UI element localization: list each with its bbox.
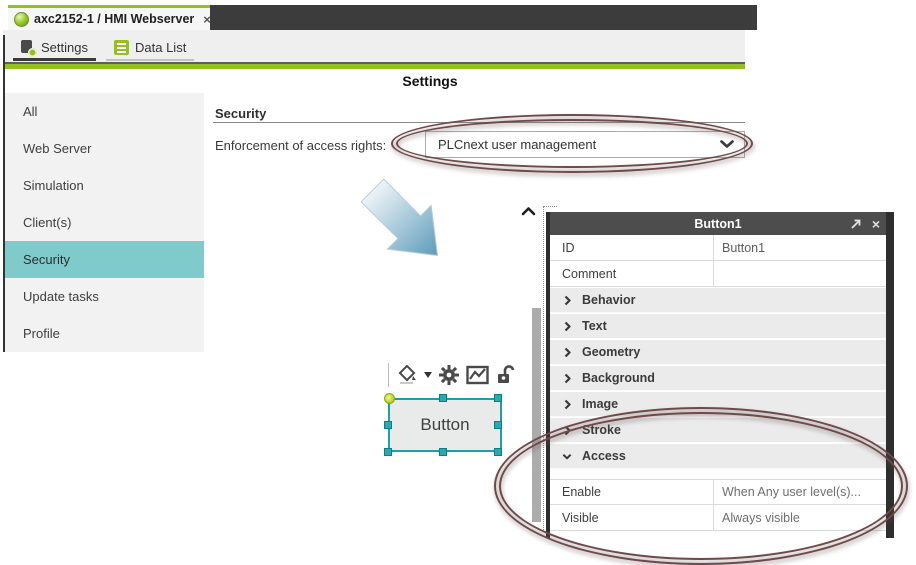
sidebar-item-security[interactable]: Security — [5, 241, 204, 278]
chevron-down-icon — [720, 140, 734, 149]
group-label: Background — [582, 371, 655, 385]
security-section-title: Security — [215, 106, 266, 121]
chevron-right-icon — [562, 425, 572, 436]
group-label: Behavior — [582, 293, 636, 307]
chevron-right-icon — [562, 347, 572, 358]
dropdown-caret-icon[interactable] — [424, 372, 432, 378]
tab-data-list[interactable]: Data List — [106, 36, 194, 61]
panel-scrollbar[interactable] — [886, 212, 894, 538]
sidebar-item-profile[interactable]: Profile — [5, 315, 204, 352]
group-background[interactable]: Background — [550, 365, 886, 391]
property-label: Enable — [550, 480, 713, 504]
property-row-enable: Enable When Any user level(s)... — [550, 479, 886, 505]
tab-settings[interactable]: Settings — [13, 36, 96, 61]
property-value[interactable] — [713, 261, 886, 286]
panel-dotted-border-top — [543, 206, 557, 207]
enforcement-dropdown-value: PLCnext user management — [438, 137, 720, 152]
enforcement-label: Enforcement of access rights: — [215, 138, 386, 153]
enforcement-dropdown[interactable]: PLCnext user management — [425, 131, 745, 158]
group-stroke[interactable]: Stroke — [550, 417, 886, 443]
undock-panel-icon[interactable] — [850, 218, 862, 230]
selection-handle-bottom-left[interactable] — [384, 448, 392, 456]
settings-sidebar: All Web Server Simulation Client(s) Secu… — [5, 93, 204, 352]
splitter-scrollbar-thumb[interactable] — [532, 308, 541, 522]
sidebar-item-clients[interactable]: Client(s) — [5, 204, 204, 241]
close-panel-icon[interactable]: × — [872, 216, 880, 232]
tab-data-list-label: Data List — [135, 40, 186, 55]
property-row-visible: Visible Always visible — [550, 505, 886, 531]
selection-handle-right[interactable] — [494, 421, 502, 429]
toolbar-separator — [388, 363, 389, 387]
application-window: axc2152-1 / HMI Webserver × Settings Dat… — [0, 0, 916, 565]
document-tab-title: axc2152-1 / HMI Webserver — [34, 12, 194, 26]
fill-color-icon[interactable] — [398, 365, 418, 385]
property-value[interactable]: Button1 — [713, 235, 886, 260]
collapse-panel-icon[interactable] — [521, 206, 536, 216]
group-body-spacer — [550, 469, 886, 479]
group-text[interactable]: Text — [550, 313, 886, 339]
properties-panel-title: Button1 — [694, 217, 741, 231]
group-label: Image — [582, 397, 618, 411]
unlock-icon[interactable] — [495, 364, 515, 386]
sidebar-item-simulation[interactable]: Simulation — [5, 167, 204, 204]
sidebar-item-web-server[interactable]: Web Server — [5, 130, 204, 167]
gear-icon[interactable] — [438, 364, 460, 386]
button-widget-label: Button — [390, 400, 500, 450]
button-widget[interactable]: Button — [388, 398, 502, 452]
property-row-id: ID Button1 — [550, 235, 886, 261]
group-access-expanded[interactable]: Access — [550, 443, 886, 469]
property-row-comment: Comment — [550, 261, 886, 287]
group-label: Access — [582, 449, 626, 463]
property-value[interactable]: Always visible — [713, 505, 886, 530]
group-geometry[interactable]: Geometry — [550, 339, 886, 365]
group-image[interactable]: Image — [550, 391, 886, 417]
group-label: Stroke — [582, 423, 621, 437]
selection-handle-top[interactable] — [439, 394, 447, 402]
settings-device-icon — [21, 40, 35, 55]
globe-icon — [14, 12, 29, 27]
selection-origin-handle[interactable] — [384, 393, 395, 404]
page-title: Settings — [0, 73, 860, 89]
sidebar-item-update-tasks[interactable]: Update tasks — [5, 278, 204, 315]
group-behavior[interactable]: Behavior — [550, 287, 886, 313]
close-tab-icon[interactable]: × — [203, 12, 211, 27]
property-label: Visible — [550, 505, 713, 530]
chevron-right-icon — [562, 321, 572, 332]
selection-handle-bottom[interactable] — [439, 448, 447, 456]
selection-handle-top-right[interactable] — [494, 394, 502, 402]
document-tab-hmi-webserver[interactable]: axc2152-1 / HMI Webserver × — [8, 5, 210, 30]
chevron-right-icon — [562, 373, 572, 384]
widget-mini-toolbar — [388, 361, 515, 389]
property-label: ID — [550, 235, 713, 260]
property-label: Comment — [550, 261, 713, 286]
tab-settings-label: Settings — [41, 40, 88, 55]
panel-dotted-border — [543, 206, 544, 532]
selection-handle-left[interactable] — [384, 421, 392, 429]
properties-panel-header[interactable]: Button1 × — [550, 212, 886, 235]
properties-panel: Button1 × ID Button1 Comment Behavior Te… — [550, 212, 886, 531]
chevron-down-icon — [562, 453, 572, 460]
section-underline — [213, 122, 745, 123]
callout-arrow-icon — [348, 166, 462, 280]
dynamics-chart-icon[interactable] — [466, 365, 489, 385]
sidebar-item-all[interactable]: All — [5, 93, 204, 130]
chevron-right-icon — [562, 295, 572, 306]
accent-green-line — [3, 64, 745, 69]
group-label: Text — [582, 319, 607, 333]
group-label: Geometry — [582, 345, 640, 359]
data-list-icon — [114, 40, 129, 55]
chevron-right-icon — [562, 399, 572, 410]
selection-handle-bottom-right[interactable] — [494, 448, 502, 456]
property-value[interactable]: When Any user level(s)... — [713, 480, 886, 504]
document-tabbar: axc2152-1 / HMI Webserver × — [8, 5, 757, 30]
